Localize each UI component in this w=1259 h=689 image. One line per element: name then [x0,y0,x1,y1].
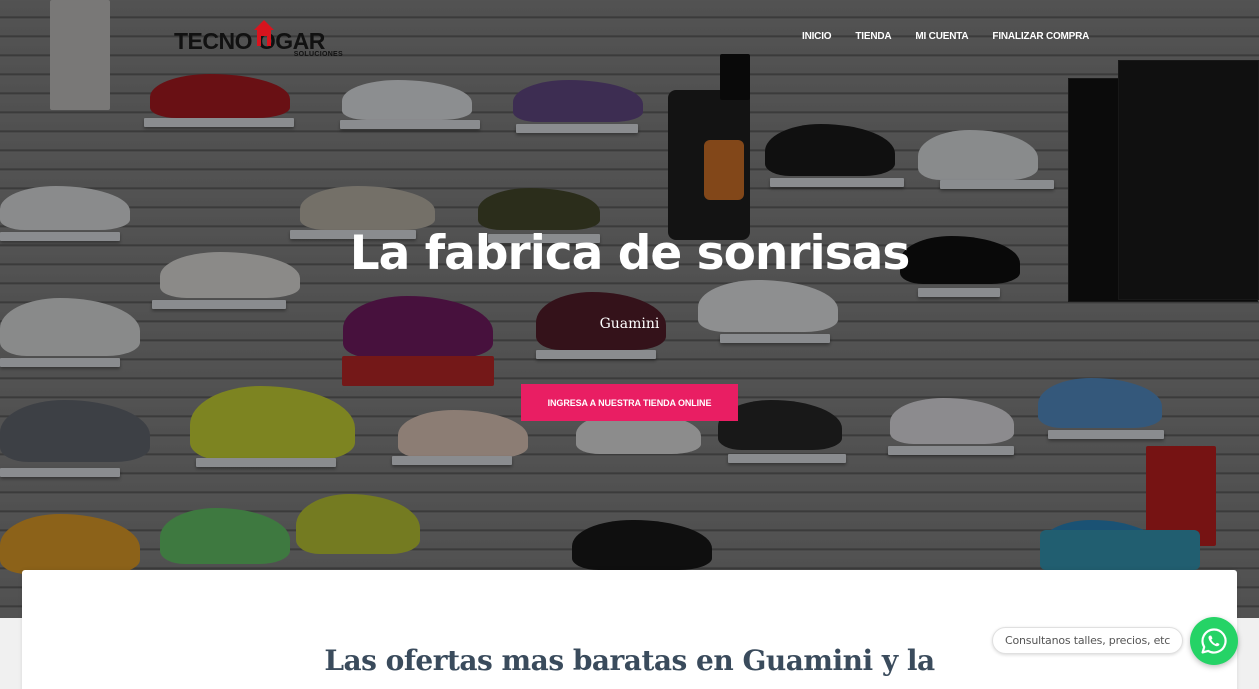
house-icon [254,20,274,46]
nav-item-mi-cuenta[interactable]: MI CUENTA [915,31,968,42]
whatsapp-tooltip[interactable]: Consultanos talles, precios, etc [992,627,1184,654]
hero-title: La fabrica de sonrisas [349,226,911,281]
hero-subtitle: Guamini [599,316,660,332]
hero-overlay [0,0,1259,618]
logo-subtitle: SOLUCIONES [293,51,343,58]
site-logo[interactable]: TECNO OGAR SOLUCIONES [174,18,349,60]
nav-item-tienda[interactable]: TIENDA [855,31,891,42]
hero-section [0,0,1259,618]
shop-online-button[interactable]: INGRESA A NUESTRA TIENDA ONLINE [521,384,738,421]
whatsapp-icon [1201,628,1227,654]
whatsapp-button[interactable] [1190,617,1238,665]
nav-item-inicio[interactable]: INICIO [802,31,832,42]
main-nav: INICIO TIENDA MI CUENTA FINALIZAR COMPRA [802,31,1089,42]
nav-item-finalizar-compra[interactable]: FINALIZAR COMPRA [992,31,1089,42]
